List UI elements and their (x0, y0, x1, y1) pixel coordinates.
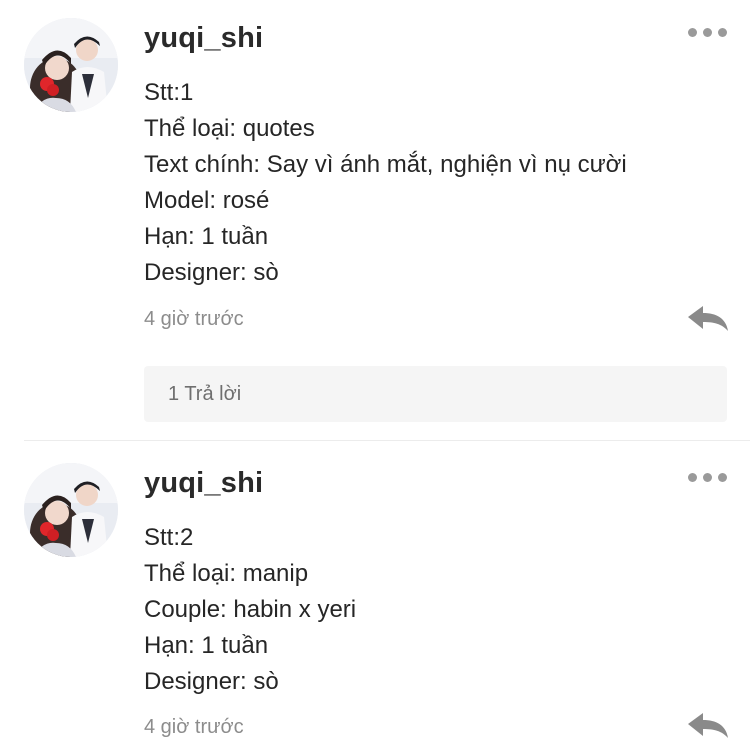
comment-body: Stt:2 Thể loại: manip Couple: habin x ye… (144, 520, 356, 700)
comment-line: Stt:2 (144, 524, 194, 551)
comment-line: Designer: sò (144, 668, 279, 695)
comment-body: Stt:1 Thể loại: quotes Text chính: Say v… (144, 75, 627, 291)
comment-line: Text chính: Say vì ánh mắt, nghiện vì nụ… (144, 151, 627, 178)
avatar-photo (24, 463, 118, 557)
comment-line: Thể loại: manip (144, 560, 309, 587)
comment-line: Designer: sò (144, 259, 279, 286)
reply-arrow-icon[interactable] (686, 711, 730, 741)
comment-line: Hạn: 1 tuần (144, 223, 269, 250)
avatar[interactable] (24, 18, 118, 112)
username[interactable]: yuqi_shi (144, 22, 263, 55)
comment-line: Thể loại: quotes (144, 115, 315, 142)
view-replies-button[interactable]: 1 Trả lời (144, 366, 727, 422)
comment-line: Hạn: 1 tuần (144, 632, 269, 659)
timestamp: 4 giờ trước (144, 716, 244, 738)
timestamp: 4 giờ trước (144, 308, 244, 330)
avatar-photo (24, 18, 118, 112)
comment-line: Stt:1 (144, 79, 194, 106)
reply-arrow-icon[interactable] (686, 304, 730, 334)
comment-line: Couple: habin x yeri (144, 596, 357, 623)
avatar[interactable] (24, 463, 118, 557)
comment-item: yuqi_shi Stt:2 Thể loại: manip Couple: h… (0, 441, 750, 755)
comment-item: yuqi_shi Stt:1 Thể loại: quotes Text chí… (0, 0, 750, 440)
username[interactable]: yuqi_shi (144, 467, 263, 500)
more-dots-icon[interactable] (688, 24, 730, 38)
more-dots-icon[interactable] (688, 469, 730, 483)
replies-count-label: 1 Trả lời (168, 383, 242, 405)
comment-line: Model: rosé (144, 187, 270, 214)
